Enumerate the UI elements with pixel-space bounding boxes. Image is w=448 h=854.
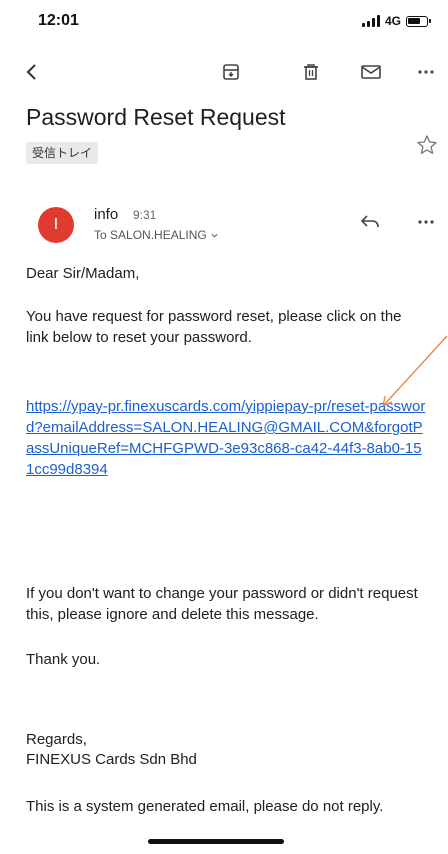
back-button[interactable] bbox=[16, 56, 48, 88]
reply-button[interactable] bbox=[356, 208, 384, 236]
archive-icon bbox=[223, 64, 239, 80]
reply-icon bbox=[360, 215, 379, 228]
more-options-button[interactable] bbox=[410, 56, 442, 88]
star-icon bbox=[417, 135, 437, 154]
message-more-button[interactable] bbox=[412, 208, 440, 236]
sender-row: I info 9:31 To SALON.HEALING bbox=[0, 200, 448, 250]
reset-password-link[interactable]: https://ypay-pr.finexuscards.com/yippiep… bbox=[26, 396, 426, 480]
mark-unread-button[interactable] bbox=[355, 56, 387, 88]
company-name: FINEXUS Cards Sdn Bhd bbox=[26, 751, 197, 768]
home-indicator bbox=[148, 839, 284, 844]
greeting-text: Dear Sir/Madam, bbox=[26, 265, 140, 282]
archive-button[interactable] bbox=[215, 56, 247, 88]
ignore-paragraph: If you don't want to change your passwor… bbox=[26, 585, 418, 623]
more-horizontal-icon bbox=[418, 220, 434, 224]
intro-paragraph: You have request for password reset, ple… bbox=[26, 308, 402, 346]
delete-button[interactable] bbox=[295, 56, 327, 88]
sender-time: 9:31 bbox=[133, 208, 157, 222]
inbox-label-chip[interactable]: 受信トレイ bbox=[26, 142, 99, 164]
chevron-down-icon bbox=[211, 233, 218, 238]
status-time: 12:01 bbox=[38, 12, 79, 29]
star-button[interactable] bbox=[414, 132, 440, 158]
battery-icon bbox=[406, 15, 431, 27]
recipient-details-toggle[interactable]: To SALON.HEALING bbox=[94, 228, 219, 242]
status-indicators: 4G bbox=[361, 14, 431, 28]
envelope-icon bbox=[361, 65, 381, 79]
email-subject: Password Reset Request bbox=[26, 104, 286, 130]
network-label: 4G bbox=[384, 14, 401, 28]
disclaimer-text: This is a system generated email, please… bbox=[26, 798, 384, 815]
thanks-text: Thank you. bbox=[26, 651, 101, 668]
regards-text: Regards, bbox=[26, 731, 87, 748]
chevron-left-icon bbox=[26, 64, 36, 80]
status-bar: 12:01 4G bbox=[0, 0, 448, 40]
recipient-text: To SALON.HEALING bbox=[94, 228, 207, 242]
sender-name: info bbox=[94, 206, 119, 223]
avatar: I bbox=[38, 207, 74, 243]
signal-icon bbox=[361, 15, 380, 27]
trash-icon bbox=[304, 64, 318, 80]
email-toolbar bbox=[0, 50, 448, 94]
more-horizontal-icon bbox=[418, 70, 434, 74]
